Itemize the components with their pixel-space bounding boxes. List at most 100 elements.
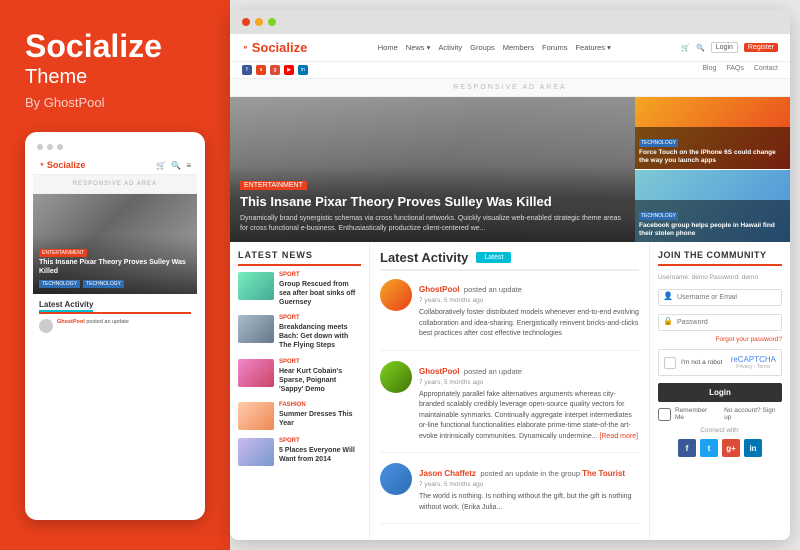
activity-author-1: GhostPool — [419, 285, 459, 294]
news-info-1: SPORT Group Rescued from sea after boat … — [279, 272, 361, 307]
nav-home[interactable]: Home — [378, 43, 398, 52]
remember-me-checkbox[interactable] — [658, 408, 671, 421]
nav-news[interactable]: News ▾ — [406, 43, 431, 52]
news-info-5: SPORT 5 Places Everyone Will Want from 2… — [279, 438, 361, 466]
activity-author-2: GhostPool — [419, 367, 459, 376]
connect-facebook-icon[interactable]: f — [678, 439, 696, 457]
password-input[interactable] — [658, 314, 782, 331]
hero-main-title: This Insane Pixar Theory Proves Sulley W… — [240, 194, 625, 211]
activity-tab-latest[interactable]: Latest — [476, 252, 511, 263]
nav-forums[interactable]: Forums — [542, 43, 567, 52]
activity-group-3: The Tourist — [582, 469, 625, 478]
mobile-tech-tag-2: TECHNOLOGY — [83, 280, 124, 288]
browser-chrome — [230, 10, 790, 34]
connect-icons: f t g+ in — [658, 439, 782, 457]
mobile-nav-bar: ⚬ Socialize 🛒 🔍 ≡ — [33, 156, 197, 175]
nav-features[interactable]: Features ▾ — [575, 43, 610, 52]
lock-icon: 🔒 — [663, 317, 673, 326]
mobile-dots — [33, 140, 197, 156]
news-info-3: SPORT Hear Kurt Cobain's Sparse, Poignan… — [279, 359, 361, 394]
mobile-menu-icon: ≡ — [186, 161, 191, 170]
hero-side-tag-1: TECHNOLOGY — [639, 139, 678, 147]
connect-linkedin-icon[interactable]: in — [744, 439, 762, 457]
activity-text-3: The world is nothing. Is nothing without… — [419, 492, 639, 513]
linkedin-icon[interactable]: in — [298, 65, 308, 75]
nav-register-button[interactable]: Register — [744, 43, 778, 52]
browser-content: ⚬ Socialize Home News ▾ Activity Groups … — [230, 34, 790, 540]
connect-twitter-icon[interactable]: t — [700, 439, 718, 457]
browser-minimize-dot[interactable] — [255, 18, 263, 26]
news-item-5: SPORT 5 Places Everyone Will Want from 2… — [238, 438, 361, 466]
mobile-activity-author: GhostPool — [57, 319, 85, 325]
brand-by: By GhostPool — [25, 95, 205, 110]
sec-nav-faqs[interactable]: FAQs — [726, 65, 744, 75]
news-column: LATEST NEWS SPORT Group Rescued from sea… — [230, 242, 370, 540]
mobile-dot-3 — [57, 144, 63, 150]
news-thumb-3 — [238, 359, 274, 387]
hero-side-overlay-1: TECHNOLOGY Force Touch on the iPhone 6S … — [635, 127, 790, 169]
activity-text-1: Collaboratively foster distributed model… — [419, 308, 639, 340]
news-item-4: FASHION Summer Dresses This Year — [238, 402, 361, 430]
user-icon: 👤 — [663, 292, 673, 301]
news-thumb-4 — [238, 402, 274, 430]
browser-maximize-dot[interactable] — [268, 18, 276, 26]
news-category-1: SPORT — [279, 272, 361, 278]
nav-search-icon[interactable]: 🔍 — [696, 44, 705, 52]
activity-time-2: 7 years, 5 months ago — [419, 379, 639, 386]
recaptcha-box: I'm not a robot reCAPTCHA Privacy - Term… — [658, 349, 782, 376]
activity-avatar-3 — [380, 463, 412, 495]
news-category-4: FASHION — [279, 402, 361, 408]
mobile-activity-action: posted an update — [86, 319, 129, 325]
mobile-logo: ⚬ Socialize — [39, 160, 85, 170]
mobile-bottom-section: Latest Activity GhostPool posted an upda… — [33, 294, 197, 512]
activity-content-2: GhostPool posted an update 7 years, 5 mo… — [419, 361, 639, 443]
login-button[interactable]: Login — [658, 383, 782, 402]
read-more-link[interactable]: [Read more] — [600, 433, 639, 440]
activity-time-1: 7 years, 5 months ago — [419, 297, 639, 304]
sec-nav-blog[interactable]: Blog — [702, 65, 716, 75]
sec-nav-contact[interactable]: Contact — [754, 65, 778, 75]
nav-right: 🛒 🔍 Login Register — [681, 42, 778, 53]
activity-action-1: posted an update — [464, 285, 522, 294]
hero-area: ENTERTAINMENT This Insane Pixar Theory P… — [230, 97, 790, 242]
googleplus-icon[interactable]: g — [270, 65, 280, 75]
news-thumb-2 — [238, 315, 274, 343]
no-account-link[interactable]: No account? Sign up — [724, 407, 782, 421]
news-category-3: SPORT — [279, 359, 361, 365]
username-input[interactable] — [658, 289, 782, 306]
connect-googleplus-icon[interactable]: g+ — [722, 439, 740, 457]
nav-groups[interactable]: Groups — [470, 43, 495, 52]
mobile-search-icon: 🔍 — [171, 161, 181, 170]
facebook-icon[interactable]: f — [242, 65, 252, 75]
news-category-2: SPORT — [279, 315, 361, 321]
google-icon[interactable]: a — [256, 65, 266, 75]
mobile-ad-area: RESPONSIVE AD AREA — [33, 175, 197, 194]
browser-window: ⚬ Socialize Home News ▾ Activity Groups … — [230, 10, 790, 540]
browser-close-dot[interactable] — [242, 18, 250, 26]
mobile-nav-icons: 🛒 🔍 ≡ — [156, 161, 191, 170]
left-panel: Socialize Theme By GhostPool ⚬ Socialize… — [0, 0, 230, 550]
recaptcha-checkbox[interactable] — [664, 357, 676, 369]
nav-activity[interactable]: Activity — [438, 43, 462, 52]
nav-members[interactable]: Members — [503, 43, 534, 52]
mobile-avatar — [39, 319, 53, 333]
mobile-dot-1 — [37, 144, 43, 150]
news-info-2: SPORT Breakdancing meets Bach: Get down … — [279, 315, 361, 350]
mobile-hero-title: This Insane Pixar Theory Proves Sulley W… — [39, 259, 191, 276]
brand-title: Socialize — [25, 30, 205, 62]
news-title-3: Hear Kurt Cobain's Sparse, Poignant 'Sap… — [279, 367, 361, 394]
mobile-dot-2 — [47, 144, 53, 150]
brand-subtitle: Theme — [25, 66, 205, 89]
hero-side: TECHNOLOGY Force Touch on the iPhone 6S … — [635, 97, 790, 242]
hero-side-item-2: TECHNOLOGY Facebook group helps people i… — [635, 170, 790, 242]
youtube-icon[interactable]: ▶ — [284, 65, 294, 75]
hero-side-tag-2: TECHNOLOGY — [639, 212, 678, 220]
hero-main: ENTERTAINMENT This Insane Pixar Theory P… — [230, 97, 635, 242]
main-content: LATEST NEWS SPORT Group Rescued from sea… — [230, 242, 790, 540]
mobile-activity-item: GhostPool posted an update — [39, 319, 191, 333]
hero-main-desc: Dynamically brand synergistic schemas vi… — [240, 214, 625, 234]
nav-cart-icon[interactable]: 🛒 — [681, 44, 690, 52]
forgot-password-link[interactable]: Forgot your password? — [658, 336, 782, 343]
nav-login-button[interactable]: Login — [711, 42, 738, 53]
activity-avatar-1 — [380, 279, 412, 311]
